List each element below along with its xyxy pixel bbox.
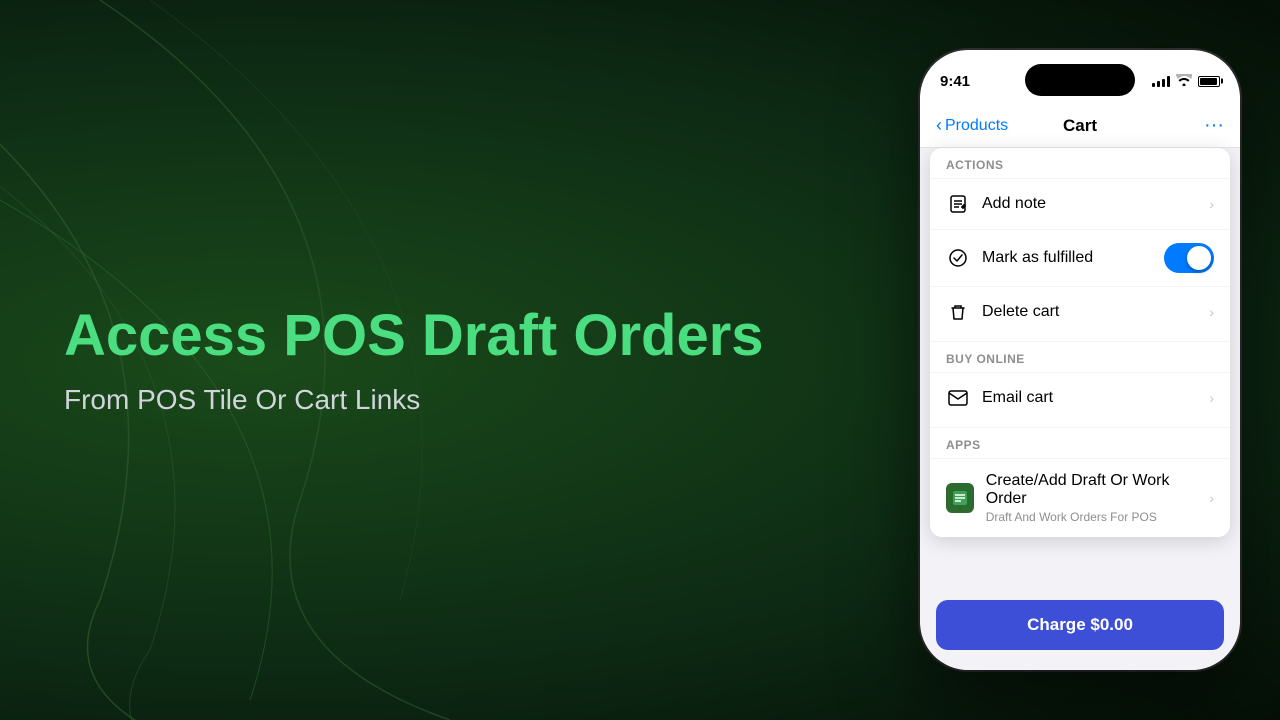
signal-bars-icon <box>1152 75 1170 87</box>
nav-more-button[interactable]: ··· <box>1128 114 1224 137</box>
mark-fulfilled-item[interactable]: Mark as fulfilled <box>930 229 1230 286</box>
email-cart-label: Email cart <box>982 389 1197 407</box>
dynamic-island <box>1025 64 1135 96</box>
mark-fulfilled-toggle[interactable] <box>1164 243 1214 273</box>
buy-online-section-header: BUY ONLINE <box>930 341 1230 372</box>
nav-bar: ‹ Products Cart ··· <box>920 104 1240 148</box>
charge-label: Charge $0.00 <box>1027 615 1133 635</box>
wifi-icon <box>1176 74 1192 89</box>
email-cart-item[interactable]: Email cart › <box>930 372 1230 423</box>
create-draft-text: Create/Add Draft Or Work Order Draft And… <box>986 472 1198 524</box>
trash-icon <box>946 300 970 324</box>
create-draft-item[interactable]: Create/Add Draft Or Work Order Draft And… <box>930 458 1230 537</box>
delete-cart-item[interactable]: Delete cart › <box>930 286 1230 337</box>
signal-bar-4 <box>1167 76 1170 87</box>
charge-button[interactable]: Charge $0.00 <box>936 600 1224 650</box>
delete-cart-label: Delete cart <box>982 303 1197 321</box>
back-arrow-icon: ‹ <box>936 115 942 136</box>
phone-body: 9:41 <box>920 50 1240 670</box>
actions-dropdown: ACTIONS Add note › <box>930 148 1230 537</box>
create-draft-chevron: › <box>1209 490 1214 506</box>
toggle-knob <box>1187 246 1211 270</box>
signal-bar-3 <box>1162 79 1165 87</box>
check-circle-icon <box>946 246 970 270</box>
delete-cart-chevron: › <box>1209 304 1214 320</box>
apps-section-header: APPS <box>930 427 1230 458</box>
left-content: Access POS Draft Orders From POS Tile Or… <box>64 304 764 416</box>
actions-section-header: ACTIONS <box>930 148 1230 178</box>
note-icon <box>946 192 970 216</box>
nav-back-button[interactable]: ‹ Products <box>936 115 1032 136</box>
email-icon <box>946 386 970 410</box>
add-note-label: Add note <box>982 195 1197 213</box>
add-note-chevron: › <box>1209 196 1214 212</box>
nav-title: Cart <box>1032 116 1128 136</box>
signal-bar-2 <box>1157 81 1160 87</box>
phone-mockup: 9:41 <box>920 50 1240 670</box>
nav-back-label: Products <box>945 117 1008 135</box>
status-icons <box>1152 74 1220 89</box>
create-draft-sublabel: Draft And Work Orders For POS <box>986 510 1198 524</box>
add-note-item[interactable]: Add note › <box>930 178 1230 229</box>
headline: Access POS Draft Orders <box>64 304 764 368</box>
signal-bar-1 <box>1152 83 1155 87</box>
email-cart-chevron: › <box>1209 390 1214 406</box>
app-icon <box>946 483 974 513</box>
more-icon: ··· <box>1204 114 1224 137</box>
battery-icon <box>1198 76 1220 87</box>
create-draft-label: Create/Add Draft Or Work Order <box>986 472 1198 508</box>
mark-fulfilled-label: Mark as fulfilled <box>982 249 1152 267</box>
subheadline: From POS Tile Or Cart Links <box>64 384 564 416</box>
phone-screen: 9:41 <box>920 50 1240 670</box>
